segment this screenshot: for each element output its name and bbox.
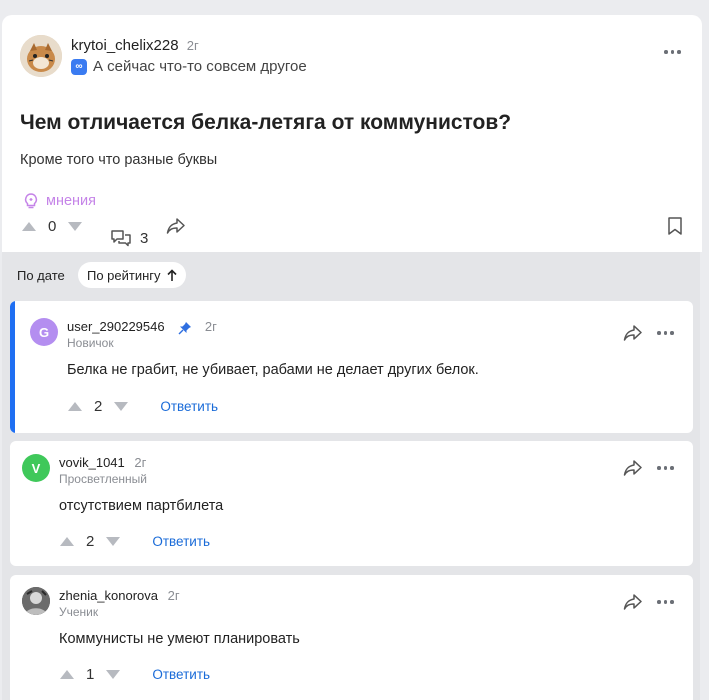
reply-button[interactable]: Ответить [160, 399, 218, 414]
comment-time: 2г [134, 455, 147, 470]
sort-by-date-label: По дате [17, 267, 65, 283]
post-vote-count: 0 [48, 218, 57, 235]
comment-item: zhenia_konorova 2г Ученик Коммунисты не … [10, 575, 693, 700]
author-line: krytoi_chelix228 2г [71, 37, 199, 54]
comment-author[interactable]: zhenia_konorova [59, 588, 158, 603]
upvote-icon[interactable] [68, 402, 82, 411]
arrow-up-icon [166, 268, 177, 281]
share-icon[interactable] [623, 324, 643, 342]
comment-item: G user_290229546 2г Новичок Белка не гра… [10, 301, 693, 433]
comment-author-line: zhenia_konorova 2г [59, 588, 180, 603]
comment-text: Белка не грабит, не убивает, рабами не д… [67, 362, 479, 378]
comment-rank: Ученик [59, 605, 99, 619]
comment-time: 2г [167, 588, 180, 603]
bookmark-icon[interactable] [667, 216, 683, 236]
comments-section: По дате По рейтингу G user_290229546 2г … [2, 252, 700, 700]
comment-more-button[interactable] [657, 331, 674, 335]
comment-rank: Просветленный [59, 472, 147, 486]
post-more-button[interactable] [664, 50, 681, 54]
comment-vote-row: 2 Ответить [60, 533, 210, 550]
author-name[interactable]: krytoi_chelix228 [71, 37, 179, 54]
author-status: ∞ А сейчас что-то совсем другое [71, 58, 307, 75]
comment-rank: Новичок [67, 336, 114, 350]
comment-item: V vovik_1041 2г Просветленный отсутствие… [10, 441, 693, 566]
downvote-icon[interactable] [68, 222, 83, 231]
avatar[interactable]: V [22, 454, 50, 482]
upvote-icon[interactable] [60, 670, 74, 679]
downvote-icon[interactable] [106, 670, 121, 679]
downvote-icon[interactable] [114, 402, 129, 411]
comment-author[interactable]: user_290229546 [67, 319, 165, 334]
upvote-icon[interactable] [22, 222, 36, 231]
comment-time: 2г [204, 319, 217, 334]
comment-vote-count: 1 [86, 666, 95, 683]
comment-author-line: vovik_1041 2г [59, 455, 146, 470]
comment-vote-count: 2 [86, 533, 95, 550]
share-icon[interactable] [623, 593, 643, 611]
comment-text: Коммунисты не умеют планировать [59, 631, 300, 647]
post-vote-row: 0 [22, 218, 83, 235]
comment-more-button[interactable] [657, 466, 674, 470]
comment-vote-count: 2 [94, 398, 103, 415]
pin-icon [178, 321, 192, 335]
comment-more-button[interactable] [657, 600, 674, 604]
sort-by-rating-label: По рейтингу [87, 267, 161, 283]
post-time: 2г [186, 38, 199, 53]
downvote-icon[interactable] [106, 537, 121, 546]
comment-text: отсутствием партбилета [59, 498, 224, 514]
question-title: Чем отличается белка-летяга от коммунист… [20, 111, 512, 134]
comment-vote-row: 2 Ответить [68, 398, 218, 415]
author-avatar[interactable] [20, 35, 62, 77]
lightbulb-icon [24, 193, 38, 209]
reply-button[interactable]: Ответить [152, 534, 210, 549]
sort-by-rating-tab[interactable]: По рейтингу [78, 262, 186, 288]
comments-button[interactable]: 3 [110, 229, 148, 247]
opinions-button[interactable]: мнения [22, 192, 96, 210]
question-card: krytoi_chelix228 2г ∞ А сейчас что-то со… [2, 15, 702, 252]
question-body: Кроме того что разные буквы [20, 152, 218, 168]
reply-button[interactable]: Ответить [152, 667, 210, 682]
infinity-badge-icon: ∞ [71, 58, 87, 75]
sort-by-date-tab[interactable]: По дате [8, 262, 74, 288]
comments-count: 3 [140, 229, 149, 247]
comment-author[interactable]: vovik_1041 [59, 455, 125, 470]
status-text: А сейчас что-то совсем другое [93, 58, 307, 75]
comments-icon [111, 230, 131, 247]
avatar[interactable]: G [30, 318, 58, 346]
avatar[interactable] [22, 587, 50, 615]
upvote-icon[interactable] [60, 537, 74, 546]
share-icon[interactable] [623, 459, 643, 477]
comment-vote-row: 1 Ответить [60, 666, 210, 683]
share-icon[interactable] [166, 217, 186, 235]
comment-author-line: user_290229546 2г [67, 319, 217, 335]
opinions-label: мнения [46, 193, 96, 209]
